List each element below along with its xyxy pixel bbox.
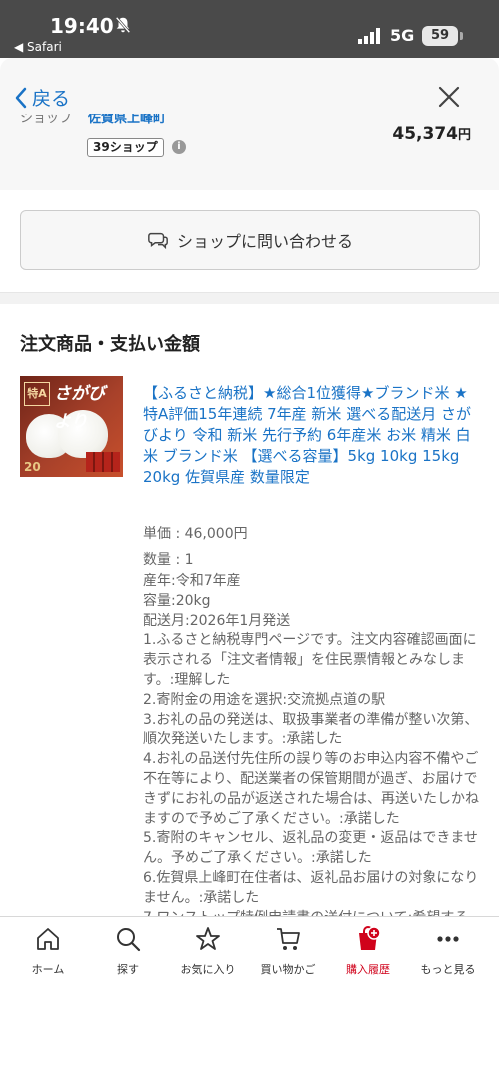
option-line: 2.寄附金の用途を選択:交流拠点道の駅 [143, 691, 386, 708]
back-label: 戻る [32, 88, 71, 110]
unit-price: 単価 : 46,000円 [143, 526, 248, 542]
section-title: 注文商品・支払い金額 [20, 334, 200, 355]
purchase-history-icon [359, 926, 381, 950]
back-button[interactable]: 戻る [14, 84, 70, 111]
thumb-tag: 特A [24, 382, 50, 406]
option-line: 容量:20kg [143, 592, 211, 609]
product-title-link[interactable]: 【ふるさと納税】★総合1位獲得★ブランド米 ★特A評価15年連続 7年産 新米 … [143, 383, 479, 488]
option-line: 1.ふるさと納税専門ページです。注文内容確認画面に表示される「注文者情報」を住民… [143, 632, 477, 688]
total-price-currency: 円 [457, 128, 471, 143]
tab-more[interactable]: もっと見る [408, 925, 488, 977]
39-shop-badge: 39ショップ [87, 138, 164, 157]
tab-search[interactable]: 探す [88, 925, 168, 977]
contact-shop-button[interactable]: ショップに問い合わせる [20, 210, 480, 270]
thumb-brand: さがびより [54, 384, 105, 432]
tab-label: もっと見る [420, 963, 476, 976]
thumb-number: 20 [24, 460, 41, 474]
home-icon [37, 928, 59, 950]
option-line: 3.お礼の品の発送は、取扱事業者の準備が整い次第、順次発送いたします。:承諾した [143, 711, 479, 748]
option-line: 産年:令和7年産 [143, 573, 241, 589]
option-line: 配送月:2026年1月発送 [143, 612, 291, 629]
tab-home[interactable]: ホーム [8, 925, 88, 977]
chat-bubble-icon [148, 232, 168, 250]
shop-label: ショップ [20, 114, 73, 126]
battery-cap [460, 32, 463, 40]
rice-bags [86, 452, 120, 472]
status-bar: 19:40 ◀ Safari 5G 59 [0, 0, 499, 58]
shop-link[interactable]: 佐賀県上峰町 [88, 114, 166, 126]
close-icon[interactable] [436, 84, 462, 110]
total-price-value: 45,374 [392, 124, 458, 144]
section-divider [0, 292, 499, 304]
bell-slash-icon [115, 16, 131, 34]
network-type: 5G [390, 26, 415, 45]
contact-shop-label: ショップに問い合わせる [176, 232, 353, 251]
quantity: 数量 : 1 [143, 552, 194, 568]
more-icon [437, 936, 459, 942]
option-line: 5.寄附のキャンセル、返礼品の変更・返品はできません。予めご了承ください。:承諾… [143, 830, 478, 867]
product-options: 産年:令和7年産 容量:20kg 配送月:2026年1月発送 1.ふるさと納税専… [143, 572, 479, 928]
battery-icon: 59 [422, 26, 458, 46]
tab-favorites[interactable]: お気に入り [168, 925, 248, 977]
option-line: 4.お礼の品送付先住所の誤り等のお申込内容不備やご不在等により、配送業者の保管期… [143, 751, 479, 827]
signal-icon [358, 28, 380, 44]
tab-cart[interactable]: 買い物かご [248, 925, 328, 977]
tab-label: ホーム [31, 963, 65, 976]
tab-purchase-history[interactable]: 購入履歴 [328, 925, 408, 977]
tab-label: 探す [117, 963, 139, 976]
search-icon [117, 928, 141, 952]
star-icon [196, 927, 220, 950]
bottom-tab-bar: ホーム 探す お気に入り 買い物かご 購入履歴 もっと見る [0, 916, 499, 1022]
order-summary-header: 戻る ショップ 佐賀県上峰町 45,374円 39ショップ i [0, 58, 499, 190]
total-price: 45,374円 [392, 124, 471, 144]
status-time: 19:40 [50, 14, 114, 38]
product-thumbnail[interactable]: 特A さがびより 20 [20, 376, 123, 477]
info-icon[interactable]: i [172, 140, 186, 154]
tab-label: 購入履歴 [346, 963, 390, 976]
cart-icon [277, 928, 300, 950]
chevron-left-icon [15, 87, 27, 108]
back-to-safari-link[interactable]: ◀ Safari [14, 40, 62, 54]
tab-label: お気に入り [180, 963, 236, 976]
option-line: 6.佐賀県上峰町在住者は、返礼品お届けの対象になりません。:承諾した [143, 869, 479, 906]
tab-label: 買い物かご [260, 963, 316, 976]
